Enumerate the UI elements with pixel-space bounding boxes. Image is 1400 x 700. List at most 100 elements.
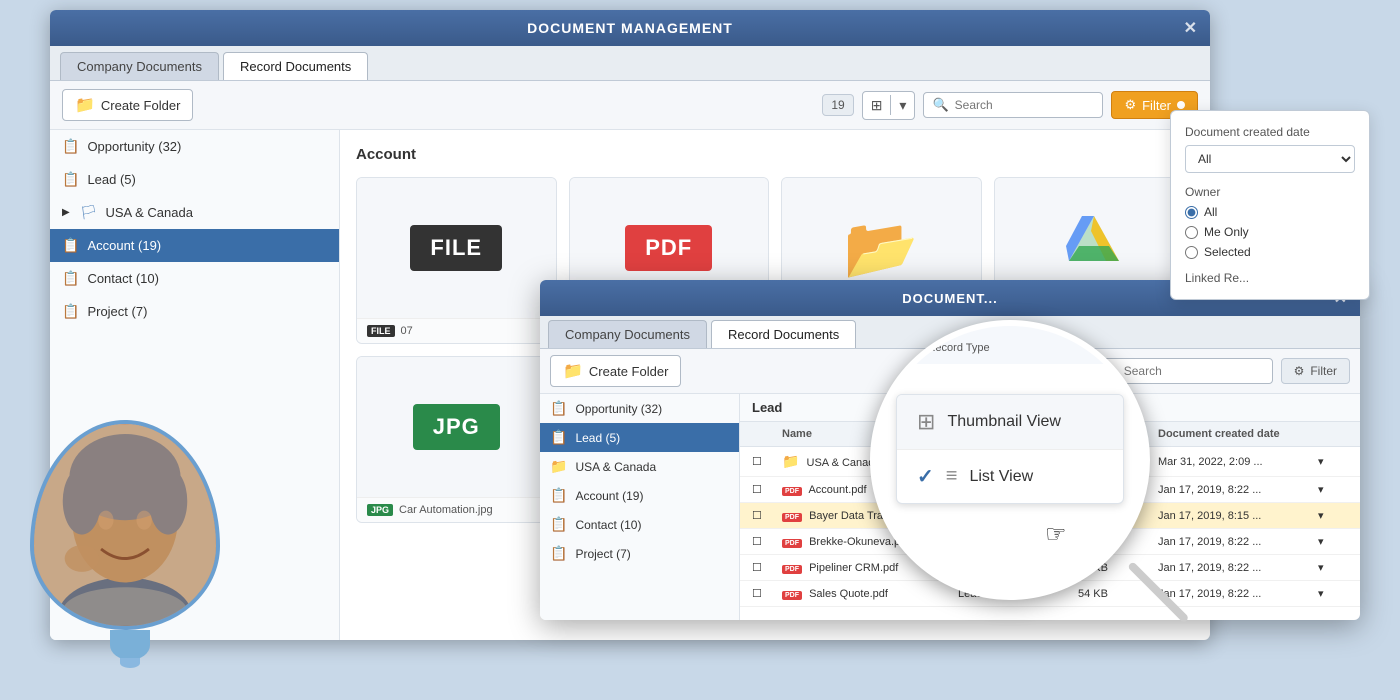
- file-type-badge-file: FILE: [410, 225, 502, 271]
- filter-radio-selected[interactable]: Selected: [1185, 245, 1355, 259]
- file-card-jpg[interactable]: JPG JPG Car Automation.jpg: [356, 356, 557, 523]
- s2-usa-icon: 📁: [550, 458, 567, 475]
- row-checkbox[interactable]: ☐: [752, 483, 782, 496]
- row-actions[interactable]: ▾: [1318, 587, 1348, 600]
- row-actions[interactable]: ▾: [1318, 483, 1348, 496]
- main-tabs: Company Documents Record Documents: [50, 46, 1210, 81]
- sidebar-item-account-label: Account (19): [87, 238, 161, 253]
- create-folder-label: Create Folder: [101, 98, 180, 113]
- second-title: DOCUMENT...: [902, 291, 998, 306]
- footer-type-jpg: JPG: [367, 504, 393, 516]
- tab-record-documents[interactable]: Record Documents: [223, 52, 368, 80]
- tab-company-documents[interactable]: Company Documents: [60, 52, 219, 80]
- sidebar-item-project[interactable]: 📋 Project (7): [50, 295, 339, 328]
- main-title: DOCUMENT MANAGEMENT: [527, 20, 733, 36]
- second-create-folder-label: Create Folder: [589, 364, 668, 379]
- s2-contact-label: Contact (10): [575, 518, 641, 532]
- lead-icon: 📋: [62, 171, 79, 188]
- second-filter-label: Filter: [1310, 364, 1337, 378]
- magnifier-linked-label: Linked Record Type: [892, 342, 990, 354]
- s2-lead-label: Lead (5): [575, 431, 620, 445]
- content-header: Account: [356, 146, 1194, 163]
- filter-radio-all[interactable]: All: [1185, 205, 1355, 219]
- row-pdf-icon: PDF: [782, 513, 802, 522]
- s2-usa-label: USA & Canada: [575, 460, 656, 474]
- main-toolbar: 📁 Create Folder 19 ⊞ ▾ 🔍 ⚙ Filter: [50, 81, 1210, 130]
- filter-icon: ⚙: [1124, 97, 1136, 113]
- filter-owner-radio-group: All Me Only Selected: [1185, 205, 1355, 259]
- s2-project-icon: 📋: [550, 545, 567, 562]
- grid-view-button[interactable]: ⊞: [863, 92, 891, 119]
- file-name-jpg: Car Automation.jpg: [399, 504, 493, 516]
- filter-label: Filter: [1142, 98, 1171, 113]
- main-close-button[interactable]: ✕: [1184, 18, 1198, 38]
- second-sidebar-contact[interactable]: 📋 Contact (10): [540, 510, 739, 539]
- contact-icon: 📋: [62, 270, 79, 287]
- main-search-bar[interactable]: 🔍: [923, 92, 1103, 118]
- drive-icon: [1064, 211, 1124, 285]
- thumbnail-grid-icon: ⊞: [917, 409, 935, 435]
- row-actions[interactable]: ▾: [1318, 455, 1348, 468]
- filter-radio-me[interactable]: Me Only: [1185, 225, 1355, 239]
- filter-dot-icon: [1177, 101, 1185, 109]
- sidebar-item-account[interactable]: 📋 Account (19): [50, 229, 339, 262]
- list-check-icon: ✓: [917, 464, 934, 489]
- file-card-preview-jpg: JPG: [357, 357, 556, 497]
- file-type-badge-jpg: JPG: [413, 404, 500, 450]
- list-col-checkbox: [752, 428, 782, 440]
- list-col-actions: [1318, 428, 1348, 440]
- sidebar-item-opportunity[interactable]: 📋 Opportunity (32): [50, 130, 339, 163]
- row-pdf-icon: PDF: [782, 487, 802, 496]
- sidebar-item-usa-canada[interactable]: ▶ 🏳 USA & Canada: [50, 196, 339, 229]
- search-input[interactable]: [955, 98, 1095, 112]
- s2-opportunity-icon: 📋: [550, 400, 567, 417]
- file-type-badge-pdf: PDF: [625, 225, 712, 271]
- sidebar-item-contact[interactable]: 📋 Contact (10): [50, 262, 339, 295]
- row-pdf-icon: PDF: [782, 539, 802, 548]
- view-dropdown: ⊞ Thumbnail View ✓ ≡ List View: [896, 394, 1124, 504]
- second-sidebar-account[interactable]: 📋 Account (19): [540, 481, 739, 510]
- footer-type-file: FILE: [367, 325, 395, 337]
- row-checkbox[interactable]: ☐: [752, 509, 782, 522]
- sidebar-item-project-label: Project (7): [87, 304, 147, 319]
- account-icon: 📋: [62, 237, 79, 254]
- second-sidebar-project[interactable]: 📋 Project (7): [540, 539, 739, 568]
- list-view-list-icon: ≡: [946, 465, 958, 488]
- second-sidebar: 📋 Opportunity (32) 📋 Lead (5) 📁 USA & Ca…: [540, 394, 740, 620]
- list-view-option[interactable]: ✓ ≡ List View: [897, 450, 1123, 503]
- sidebar-item-lead[interactable]: 📋 Lead (5): [50, 163, 339, 196]
- row-actions[interactable]: ▾: [1318, 561, 1348, 574]
- second-sidebar-lead[interactable]: 📋 Lead (5): [540, 423, 739, 452]
- row-actions[interactable]: ▾: [1318, 509, 1348, 522]
- filter-date-label: Document created date: [1185, 125, 1355, 139]
- toolbar-right: 19 ⊞ ▾ 🔍 ⚙ Filter: [822, 91, 1198, 120]
- row-checkbox[interactable]: ☐: [752, 587, 782, 600]
- thumbnail-view-option[interactable]: ⊞ Thumbnail View: [897, 395, 1123, 450]
- second-create-folder-button[interactable]: 📁 Create Folder: [550, 355, 681, 387]
- file-card-file[interactable]: FILE FILE 07: [356, 177, 557, 344]
- row-pdf-icon: PDF: [782, 591, 802, 600]
- second-sidebar-usa[interactable]: 📁 USA & Canada: [540, 452, 739, 481]
- second-tab-record[interactable]: Record Documents: [711, 320, 856, 348]
- second-filter-icon: ⚙: [1294, 364, 1305, 378]
- second-filter-button[interactable]: ⚙ Filter: [1281, 358, 1350, 384]
- filter-dropdown-panel: Document created date All Today Last 7 D…: [1170, 110, 1370, 300]
- main-titlebar: DOCUMENT MANAGEMENT ✕: [50, 10, 1210, 46]
- second-folder-icon: 📁: [563, 361, 583, 381]
- second-tab-company[interactable]: Company Documents: [548, 320, 707, 348]
- sidebar-item-lead-label: Lead (5): [87, 172, 135, 187]
- file-card-preview-file: FILE: [357, 178, 556, 318]
- filter-linked-label: Linked Re...: [1185, 271, 1355, 285]
- row-pdf-icon: PDF: [782, 565, 802, 574]
- row-checkbox[interactable]: ☐: [752, 561, 782, 574]
- s2-contact-icon: 📋: [550, 516, 567, 533]
- row-checkbox[interactable]: ☐: [752, 535, 782, 548]
- row-checkbox[interactable]: ☐: [752, 455, 782, 468]
- row-actions[interactable]: ▾: [1318, 535, 1348, 548]
- view-dropdown-button[interactable]: ▾: [891, 92, 914, 119]
- filter-date-select[interactable]: All Today Last 7 Days Last 30 Days: [1185, 145, 1355, 173]
- second-sidebar-opportunity[interactable]: 📋 Opportunity (32): [540, 394, 739, 423]
- create-folder-button[interactable]: 📁 Create Folder: [62, 89, 193, 121]
- file-name-file: 07: [401, 325, 413, 337]
- s2-account-label: Account (19): [575, 489, 643, 503]
